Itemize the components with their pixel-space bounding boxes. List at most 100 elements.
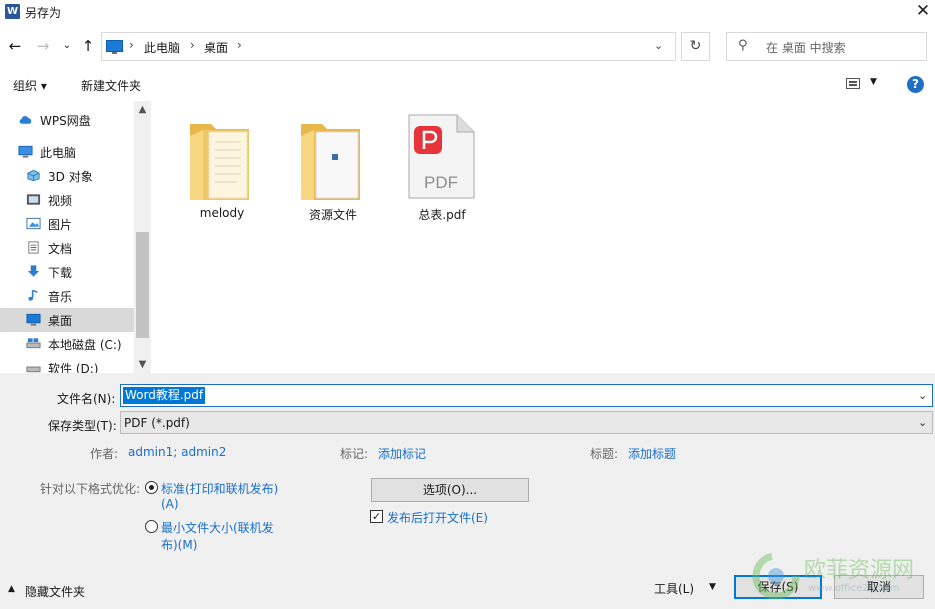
sidebar-item-downloads[interactable]: 下载 [0,260,134,284]
scroll-down-icon[interactable]: ▼ [134,357,151,373]
sidebar-item-drive-d[interactable]: 软件 (D:) [0,356,134,373]
computer-icon [18,145,33,158]
options-button[interactable]: 选项(O)... [371,478,529,502]
hide-folders-icon[interactable]: ▲ [8,584,15,594]
sidebar-item-label: 视频 [48,194,73,208]
sidebar-item-this-pc[interactable]: 此电脑 [0,140,134,164]
sidebar-item-label: 文档 [48,242,73,256]
cloud-icon [19,116,32,124]
close-icon[interactable]: ✕ [912,1,934,23]
filetype-select[interactable]: PDF (*.pdf) ⌄ [120,411,933,434]
filename-dropdown-icon[interactable]: ⌄ [918,389,927,402]
sidebar-item-music[interactable]: 音乐 [0,284,134,308]
navigation-pane: WPS网盘 此电脑 3D 对象 视频 图片 文档 下载 音乐 桌面 本地磁盘 (… [0,101,152,373]
breadcrumb-separator: › [129,38,134,52]
filetype-label: 保存类型(T): [48,419,117,433]
back-icon[interactable]: ← [6,37,24,55]
optimize-minimum-radio[interactable] [145,520,158,533]
filetype-value: PDF (*.pdf) [124,416,190,430]
file-name: 总表.pdf [418,208,466,222]
pictures-icon [26,217,41,230]
drive-d-icon [26,366,41,373]
desktop-icon [26,313,41,326]
sidebar-item-pictures[interactable]: 图片 [0,212,134,236]
sidebar-item-label: 下载 [48,266,73,280]
add-title-link[interactable]: 添加标题 [628,445,676,462]
search-icon: ⚲ [738,38,748,53]
folder-icon [190,124,249,200]
music-icon [28,289,38,301]
filename-input[interactable]: Word教程.pdf ⌄ [120,384,933,407]
breadcrumb-this-pc[interactable]: 此电脑 [144,39,180,56]
refresh-button[interactable]: ↻ [681,32,710,61]
desktop-location-icon [106,40,123,54]
window-title: 另存为 [25,6,62,20]
breadcrumb-separator[interactable]: › [237,38,242,52]
watermark-text: 欧菲资源网 [804,558,915,583]
search-placeholder: 在 桌面 中搜索 [766,41,846,55]
sidebar-item-label: WPS网盘 [40,114,91,128]
open-after-publish-label[interactable]: 发布后打开文件(E) [387,509,488,526]
optimize-standard-label[interactable]: 标准(打印和联机发布) [161,480,278,497]
breadcrumb-separator: › [190,38,195,52]
sidebar-item-videos[interactable]: 视频 [0,188,134,212]
search-input[interactable]: ⚲ 在 桌面 中搜索 [726,32,927,61]
scroll-up-icon[interactable]: ▲ [134,102,151,118]
pdf-file-icon: PDF [408,114,475,199]
file-name: melody [199,206,245,220]
author-value[interactable]: admin1; admin2 [128,445,226,459]
documents-icon [28,241,39,254]
file-item-pdf[interactable]: PDF 总表.pdf [392,110,492,230]
new-folder-button[interactable]: 新建文件夹 [81,77,141,94]
sidebar-item-label: 本地磁盘 (C:) [48,338,122,352]
pdf-badge-text: PDF [424,173,458,192]
organize-button[interactable]: 组织 ▾ [13,77,47,94]
filename-value: Word教程.pdf [123,387,206,404]
up-icon[interactable]: ↑ [79,37,97,55]
video-icon [26,194,41,205]
sidebar-item-3d-objects[interactable]: 3D 对象 [0,164,134,188]
file-item-resources[interactable]: 资源文件 [283,110,383,230]
open-after-publish-checkbox[interactable]: ✓ [370,510,383,523]
sidebar-item-label: 软件 (D:) [48,362,99,373]
folder-icon [301,124,360,200]
watermark-sub: www.office26.com [808,583,900,594]
help-icon[interactable]: ? [907,76,924,93]
filename-label: 文件名(N): [57,392,116,406]
address-bar[interactable]: › 此电脑 › 桌面 › ⌄ [101,32,676,61]
sidebar-item-label: 图片 [48,218,73,232]
view-options-icon[interactable] [846,78,860,89]
sidebar-item-drive-c[interactable]: 本地磁盘 (C:) [0,332,134,356]
sidebar-item-desktop[interactable]: 桌面 [0,308,134,332]
sidebar-item-label: 此电脑 [40,146,77,160]
recent-locations-icon[interactable]: ⌄ [58,37,76,55]
optimize-standard-radio[interactable] [145,481,158,494]
forward-icon[interactable]: → [34,37,52,55]
optimize-standard-label-2[interactable]: (A) [161,497,179,511]
add-tags-link[interactable]: 添加标记 [378,445,426,462]
optimize-minimum-label-2[interactable]: 布)(M) [161,536,197,553]
title-label: 标题: [590,447,619,461]
hide-folders-button[interactable]: 隐藏文件夹 [25,583,85,600]
sidebar-item-wps-cloud[interactable]: WPS网盘 [0,108,134,132]
watermark: 欧菲资源网 www.office26.com [750,550,930,605]
sidebar-item-documents[interactable]: 文档 [0,236,134,260]
sidebar-item-label: 桌面 [48,314,73,328]
file-item-melody[interactable]: melody [172,110,272,230]
3d-objects-icon [27,169,40,182]
filetype-dropdown-icon[interactable]: ⌄ [918,416,927,429]
sidebar-item-label: 3D 对象 [48,170,93,184]
view-dropdown-icon[interactable]: ▼ [870,77,877,87]
breadcrumb-desktop[interactable]: 桌面 [204,39,228,56]
tools-button[interactable]: 工具(L) [654,580,694,597]
word-app-icon: W [5,4,20,19]
tools-dropdown-icon[interactable]: ▼ [709,582,716,592]
file-name: 资源文件 [308,208,357,222]
optimize-minimum-label[interactable]: 最小文件大小(联机发 [161,519,274,536]
watermark-logo-icon [752,552,800,600]
address-dropdown-icon[interactable]: ⌄ [654,39,663,52]
sidebar-item-label: 音乐 [48,290,73,304]
nav-scrollbar-thumb[interactable] [136,232,149,338]
download-icon [27,265,40,277]
drive-c-icon [26,338,41,349]
